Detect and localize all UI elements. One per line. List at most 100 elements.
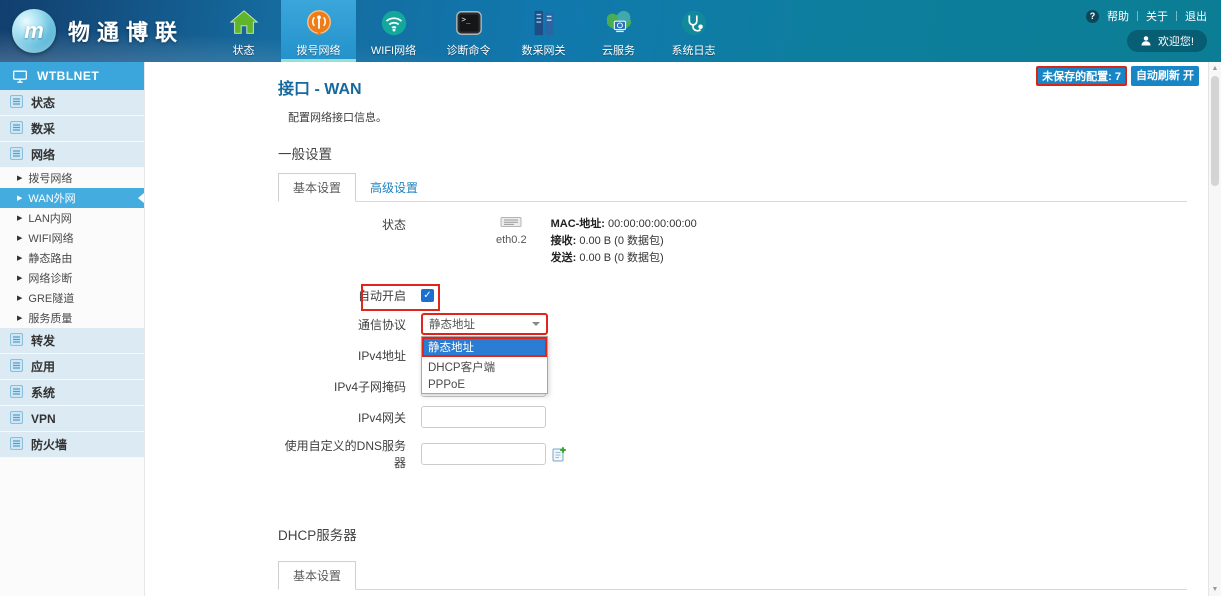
option-static-address[interactable]: 静态地址 [422, 337, 547, 357]
scrollbar-thumb[interactable] [1211, 76, 1219, 186]
sidebar-item-wifi[interactable]: ▶ WIFI网络 [0, 228, 144, 248]
auto-refresh-toggle[interactable]: 自动刷新 开 [1131, 66, 1199, 86]
sidebar-item-qos[interactable]: ▶ 服务质量 [0, 308, 144, 328]
cloud-icon [603, 6, 635, 39]
tab-advanced-settings[interactable]: 高级设置 [356, 174, 432, 201]
nav-system-log[interactable]: 系统日志 [656, 0, 731, 62]
protocol-select[interactable]: 静态地址 [421, 313, 548, 335]
sidebar-item-label: 状态 [31, 94, 55, 111]
interface-block: eth0.2 [496, 216, 527, 246]
help-link[interactable]: 帮助 [1107, 8, 1129, 24]
nav-data-gateway[interactable]: 数采网关 [506, 0, 581, 62]
scroll-up-icon[interactable]: ▲ [1209, 65, 1221, 72]
bullet-arrow-icon: ▶ [17, 234, 22, 242]
divider [1137, 11, 1138, 21]
welcome-button[interactable]: 欢迎您! [1127, 30, 1207, 52]
tx-label: 发送: [551, 252, 577, 264]
about-link[interactable]: 关于 [1146, 8, 1168, 24]
router-admin-page: m 物通博联 状态 拨号网络 WIFI网络 [0, 0, 1221, 596]
sidebar-item-label: 拨号网络 [28, 170, 72, 186]
nav-cloud-service[interactable]: 云服务 [581, 0, 656, 62]
rx-label: 接收: [551, 235, 577, 247]
list-icon [10, 333, 23, 349]
protocol-label: 通信协议 [278, 316, 406, 333]
header-links: ? 帮助 关于 退出 [1086, 8, 1207, 24]
nav-label: WIFI网络 [371, 42, 416, 58]
autostart-row: 自动开启 ✓ [278, 287, 1221, 304]
dhcp-section-title: DHCP服务器 [278, 524, 1221, 544]
terminal-icon: >_ [454, 6, 484, 39]
stethoscope-icon [679, 6, 709, 39]
custom-dns-label: 使用自定义的DNS服务器 [278, 437, 406, 471]
section-general-title: 一般设置 [278, 143, 1221, 163]
nav-status[interactable]: 状态 [206, 0, 281, 62]
chevron-down-icon [532, 322, 540, 326]
nav-label: 云服务 [602, 42, 635, 58]
tab-basic-settings[interactable]: 基本设置 [278, 173, 356, 202]
bullet-arrow-icon: ▶ [17, 294, 22, 302]
sidebar-item-vpn[interactable]: VPN [0, 406, 144, 432]
sidebar-item-label: 网络诊断 [28, 270, 72, 286]
sidebar-header: WTBLNET [0, 62, 144, 90]
bullet-arrow-icon: ▶ [17, 174, 22, 182]
sidebar-item-system[interactable]: 系统 [0, 380, 144, 406]
list-icon [10, 121, 23, 137]
sidebar-item-apps[interactable]: 应用 [0, 354, 144, 380]
sidebar-item-dial-network[interactable]: ▶ 拨号网络 [0, 168, 144, 188]
custom-dns-input[interactable] [421, 443, 546, 465]
nav-label: 系统日志 [672, 42, 716, 58]
sidebar-item-label: LAN内网 [28, 210, 71, 226]
ipv4-netmask-label: IPv4子网掩码 [278, 378, 406, 395]
brand-name: 物通博联 [68, 15, 184, 47]
autostart-checkbox[interactable]: ✓ [421, 289, 434, 302]
status-row: 状态 eth0.2 MAC-地址: 00:00:00:00:00:00 接收: … [278, 216, 1221, 267]
main-nav: 状态 拨号网络 WIFI网络 >_ 诊断命令 [206, 0, 731, 62]
sidebar-item-label: GRE隧道 [28, 290, 74, 306]
sidebar-item-gre-tunnel[interactable]: ▶ GRE隧道 [0, 288, 144, 308]
sidebar-item-lan[interactable]: ▶ LAN内网 [0, 208, 144, 228]
nav-dial-network[interactable]: 拨号网络 [281, 0, 356, 62]
home-icon [229, 6, 259, 39]
list-icon [10, 437, 23, 453]
add-entry-icon[interactable] [552, 446, 567, 462]
sidebar-item-net-diagnose[interactable]: ▶ 网络诊断 [0, 268, 144, 288]
option-pppoe[interactable]: PPPoE [422, 377, 547, 393]
ipv4-gateway-input[interactable] [421, 406, 546, 428]
settings-tabbar: 基本设置 高级设置 [278, 175, 1187, 202]
list-icon [10, 95, 23, 111]
ipv4-address-label: IPv4地址 [278, 347, 406, 364]
sidebar-item-data-collect[interactable]: 数采 [0, 116, 144, 142]
sidebar-item-label: 静态路由 [28, 250, 72, 266]
list-icon [10, 359, 23, 375]
sidebar-item-network[interactable]: 网络 [0, 142, 144, 168]
dhcp-tabbar: 基本设置 [278, 560, 1187, 590]
protocol-selected-value: 静态地址 [429, 316, 475, 332]
sidebar-item-status[interactable]: 状态 [0, 90, 144, 116]
unsaved-config-badge[interactable]: 未保存的配置: 7 [1036, 66, 1127, 86]
broadcast-icon [304, 6, 334, 39]
monitor-icon [12, 69, 28, 84]
brand-logo: m 物通博联 [0, 0, 206, 62]
option-dhcp-client[interactable]: DHCP客户端 [422, 357, 547, 377]
bullet-arrow-icon: ▶ [17, 194, 22, 202]
sidebar: WTBLNET 状态 数采 网络 ▶ 拨号网络 ▶ WAN外网 ▶ LAN内网 … [0, 62, 145, 596]
sidebar-item-label: 系统 [31, 384, 55, 401]
dhcp-tab-basic[interactable]: 基本设置 [278, 561, 356, 590]
sidebar-item-label: WIFI网络 [28, 230, 73, 246]
ipv4-gateway-row: IPv4网关 [278, 406, 1221, 428]
logout-link[interactable]: 退出 [1185, 8, 1207, 24]
sidebar-item-label: 转发 [31, 332, 55, 349]
scroll-down-icon[interactable]: ▼ [1209, 586, 1221, 593]
welcome-label: 欢迎您! [1158, 33, 1194, 49]
sidebar-item-firewall[interactable]: 防火墙 [0, 432, 144, 458]
sidebar-item-label: 服务质量 [28, 310, 72, 326]
sidebar-item-wan[interactable]: ▶ WAN外网 [0, 188, 144, 208]
nav-diagnose-cmd[interactable]: >_ 诊断命令 [431, 0, 506, 62]
list-icon [10, 411, 23, 427]
sidebar-item-label: VPN [31, 412, 56, 426]
sidebar-item-forward[interactable]: 转发 [0, 328, 144, 354]
page-subtitle: 配置网络接口信息。 [288, 109, 1221, 125]
sidebar-item-static-route[interactable]: ▶ 静态路由 [0, 248, 144, 268]
wan-form: 状态 eth0.2 MAC-地址: 00:00:00:00:00:00 接收: … [278, 216, 1221, 471]
nav-wifi[interactable]: WIFI网络 [356, 0, 431, 62]
